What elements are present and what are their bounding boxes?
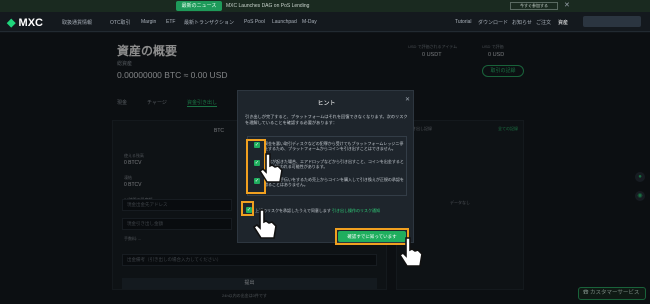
nav-item-margin[interactable]: Margin	[141, 19, 156, 25]
news-pill: 最新のニュース	[176, 1, 222, 11]
nav-item-orders[interactable]: ご注文	[536, 19, 551, 26]
nav-item-tutorial[interactable]: Tutorial	[455, 19, 472, 25]
pointer-hand-icon	[398, 237, 423, 267]
nav-item-coins[interactable]: 取扱通貨情報	[62, 19, 92, 26]
account-menu[interactable]	[583, 16, 641, 27]
pointer-hand-icon	[252, 209, 277, 239]
risk-item-3: 取引のお手伝いをするため売上からコインを購入して引き換えが正規の承認を得ることは…	[264, 177, 404, 188]
modal-close-icon[interactable]: ✕	[405, 96, 410, 103]
join-now-button[interactable]: 今すぐ参加する	[510, 2, 558, 10]
nav-item-assets[interactable]: 資産	[558, 19, 568, 26]
banner-close-icon[interactable]: ✕	[564, 1, 570, 11]
nav-item-pos-pool[interactable]: PoS Pool	[244, 19, 265, 25]
nav-item-transactions[interactable]: 最新トランザクション	[184, 19, 234, 26]
risk-notice-link[interactable]: 引き出し操作のリスク通知	[332, 208, 380, 213]
nav-item-mday[interactable]: M-Day	[302, 19, 317, 25]
risk-item-1: 資金を悪い取引ディスクなどの犯罪から受けてもプラットフォームレッジニ停止するため…	[264, 141, 404, 152]
news-message[interactable]: MXC Launches DAG on PoS Lending	[226, 1, 309, 11]
announcement-banner: 最新のニュース MXC Launches DAG on PoS Lending …	[0, 0, 650, 12]
modal-intro: 引き出しが完了すると、プラットフォームはそれを回復できなくなります。次のリスクを…	[245, 114, 408, 125]
nav-item-otc[interactable]: OTC取引	[110, 19, 131, 26]
pointer-hand-icon	[258, 153, 283, 183]
nav-item-etf[interactable]: ETF	[166, 19, 175, 25]
nav-item-notices[interactable]: お知らせ	[512, 19, 532, 26]
nav-item-launchpad[interactable]: Launchpad	[272, 19, 297, 25]
risk-item-2: 詐欺が起きた場合、エアドロップなどから引き出すこと、コインを出金すると資産が失わ…	[264, 159, 404, 170]
logo-text: MXC	[18, 17, 43, 29]
top-navbar	[0, 12, 650, 32]
logo-mark-icon: ◆	[7, 17, 16, 29]
nav-item-download[interactable]: ダウンロード	[478, 19, 508, 26]
mxc-logo[interactable]: ◆ MXC	[7, 16, 43, 29]
modal-title: ヒント	[317, 101, 336, 107]
